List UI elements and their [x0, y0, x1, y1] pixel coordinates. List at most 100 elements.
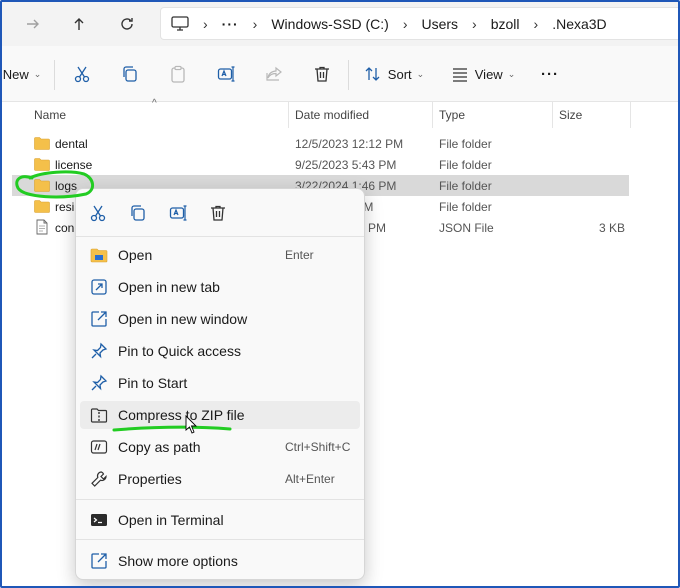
- json-file-icon: [36, 219, 48, 235]
- refresh-button[interactable]: [112, 10, 142, 38]
- context-cut-button[interactable]: [86, 201, 110, 225]
- menu-item-show-more-options[interactable]: Show more options: [80, 547, 360, 575]
- menu-item-open[interactable]: Open Enter: [80, 241, 360, 269]
- file-name: license: [55, 158, 93, 172]
- copy-icon: [123, 66, 137, 82]
- breadcrumb-drive[interactable]: Windows-SSD (C:): [271, 16, 388, 32]
- chevron-down-icon: ⌄: [33, 68, 42, 79]
- toolbar-divider: [348, 60, 349, 90]
- menu-item-properties[interactable]: Properties Alt+Enter: [80, 465, 360, 493]
- pin-icon: [91, 374, 108, 391]
- column-header-name[interactable]: Name: [28, 102, 289, 128]
- file-name: resi: [55, 200, 75, 214]
- file-type: File folder: [439, 200, 492, 214]
- column-date-label: Date modified: [295, 108, 370, 122]
- view-label: View: [474, 66, 503, 82]
- zip-icon: [90, 408, 108, 423]
- sort-icon: [365, 67, 380, 81]
- file-row-dental[interactable]: dental 12/5/2023 12:12 PM File folder: [12, 133, 629, 154]
- breadcrumb-nexa3d[interactable]: .Nexa3D: [552, 16, 606, 32]
- share-button[interactable]: [261, 60, 287, 88]
- arrow-up-icon: [74, 18, 84, 30]
- cut-button[interactable]: [69, 60, 95, 88]
- clipboard-icon: [171, 65, 185, 83]
- refresh-icon: [121, 18, 133, 30]
- address-row: › ··· › Windows-SSD (C:) › Users › bzoll…: [2, 2, 678, 46]
- file-type: JSON File: [439, 221, 494, 235]
- menu-item-label: Open in new window: [118, 311, 248, 327]
- column-header-size[interactable]: Size: [553, 102, 631, 128]
- column-size-label: Size: [559, 108, 583, 122]
- menu-item-label: Compress to ZIP file: [118, 407, 245, 423]
- breadcrumb-users[interactable]: Users: [421, 16, 458, 32]
- breadcrumb-chevron-icon: ›: [203, 15, 208, 32]
- menu-item-label: Show more options: [118, 553, 238, 569]
- menu-item-shortcut: Enter: [285, 248, 314, 262]
- file-name: dental: [55, 137, 88, 151]
- column-header-date[interactable]: Date modified: [289, 102, 433, 128]
- trash-icon: [315, 66, 329, 82]
- context-copy-button[interactable]: [126, 201, 150, 225]
- folder-icon: [34, 179, 50, 192]
- menu-item-pin-start[interactable]: Pin to Start: [80, 369, 360, 397]
- menu-divider: [76, 236, 364, 237]
- rename-button[interactable]: [213, 60, 239, 88]
- menu-divider: [76, 499, 364, 500]
- chevron-down-icon: ⌄: [416, 68, 425, 79]
- folder-open-icon: [90, 248, 108, 263]
- copy-path-icon: [90, 440, 108, 454]
- address-bar[interactable]: › ··· › Windows-SSD (C:) › Users › bzoll…: [160, 7, 678, 40]
- arrow-right-icon: [27, 19, 39, 29]
- sort-button[interactable]: Sort ⌄: [362, 60, 426, 88]
- wrench-icon: [91, 471, 107, 487]
- file-size: 3 KB: [598, 221, 625, 235]
- menu-item-compress-zip[interactable]: Compress to ZIP file: [80, 401, 360, 429]
- paste-button[interactable]: [165, 60, 191, 88]
- copy-button[interactable]: [117, 60, 143, 88]
- view-button[interactable]: View ⌄: [450, 60, 516, 88]
- menu-item-label: Open in new tab: [118, 279, 220, 295]
- computer-icon: [171, 15, 189, 31]
- menu-item-pin-quick-access[interactable]: Pin to Quick access: [80, 337, 360, 365]
- toolbar-divider: [54, 60, 55, 90]
- menu-item-label: Properties: [118, 471, 182, 487]
- menu-item-copy-as-path[interactable]: Copy as path Ctrl+Shift+C: [80, 433, 360, 461]
- menu-item-label: Pin to Quick access: [118, 343, 241, 359]
- file-name: con: [55, 221, 75, 235]
- new-label: New: [2, 66, 29, 82]
- copy-icon: [131, 205, 145, 221]
- menu-item-open-terminal[interactable]: Open in Terminal: [80, 506, 360, 534]
- context-rename-button[interactable]: [166, 201, 190, 225]
- menu-item-label: Open in Terminal: [118, 512, 224, 528]
- breadcrumb-chevron-icon: ›: [533, 15, 539, 32]
- view-list-icon: [452, 68, 467, 82]
- see-more-button[interactable]: ···: [536, 60, 564, 88]
- trash-icon: [211, 205, 225, 221]
- menu-divider: [76, 539, 364, 540]
- new-button[interactable]: New ⌄: [2, 60, 42, 88]
- up-button[interactable]: [64, 10, 94, 38]
- forward-button[interactable]: [18, 10, 48, 38]
- file-type: File folder: [439, 179, 492, 193]
- share-icon: [266, 66, 282, 81]
- menu-item-open-new-window[interactable]: Open in new window: [80, 305, 360, 333]
- breadcrumb-overflow[interactable]: ···: [222, 16, 239, 32]
- breadcrumb-bzoll[interactable]: bzoll: [491, 16, 520, 32]
- rename-icon: [217, 66, 235, 82]
- rename-icon: [169, 205, 187, 221]
- delete-button[interactable]: [309, 60, 335, 88]
- breadcrumb-chevron-icon: ›: [472, 15, 477, 32]
- menu-item-label: Open: [118, 247, 153, 263]
- scissors-icon: [90, 205, 106, 222]
- context-delete-button[interactable]: [206, 201, 230, 225]
- menu-item-open-new-tab[interactable]: Open in new tab: [80, 273, 360, 301]
- new-tab-icon: [91, 279, 107, 295]
- sort-label: Sort: [387, 66, 412, 82]
- column-header-type[interactable]: Type: [433, 102, 553, 128]
- command-bar: New ⌄ Sort ⌄ View ⌄ ···: [2, 46, 678, 102]
- terminal-icon: [91, 514, 107, 526]
- file-row-license[interactable]: license 9/25/2023 5:43 PM File folder: [12, 154, 629, 175]
- breadcrumb-chevron-icon: ›: [402, 15, 408, 32]
- explorer-window: › ··· › Windows-SSD (C:) › Users › bzoll…: [0, 0, 680, 588]
- file-date: 9/25/2023 5:43 PM: [295, 158, 397, 172]
